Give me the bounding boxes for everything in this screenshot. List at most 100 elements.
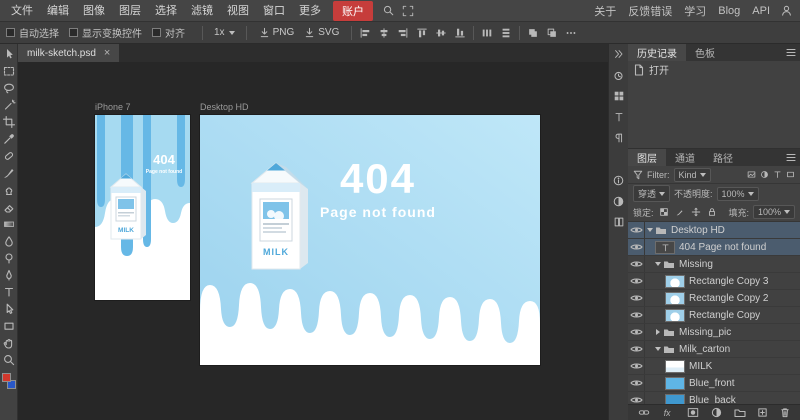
panel-menu-icon[interactable] xyxy=(786,44,800,61)
zoom-tool-button[interactable] xyxy=(0,351,17,368)
group-expand-toggle[interactable] xyxy=(653,329,663,335)
layer-name[interactable]: Rectangle Copy 3 xyxy=(689,276,769,287)
gradient-tool-button[interactable] xyxy=(0,215,17,232)
filter-adjustment-layers-icon[interactable] xyxy=(760,170,769,179)
artboard-label-iphone[interactable]: iPhone 7 xyxy=(95,102,131,112)
path-select-tool-button[interactable] xyxy=(0,300,17,317)
layer-row-rectangle-copy[interactable]: Rectangle Copy xyxy=(628,307,800,324)
brush-tool-button[interactable] xyxy=(0,164,17,181)
move-tool-button[interactable] xyxy=(0,45,17,62)
layer-name[interactable]: 404 Page not found xyxy=(679,242,766,253)
group-expand-toggle[interactable] xyxy=(645,228,655,232)
export-png-button[interactable]: PNG xyxy=(254,25,300,40)
blend-mode-select[interactable]: 穿透 xyxy=(633,185,670,202)
paragraph-panel-icon[interactable] xyxy=(612,131,626,145)
visibility-toggle[interactable] xyxy=(628,341,645,357)
tab-close-button[interactable]: × xyxy=(104,47,110,59)
layer-row-missing-group[interactable]: Missing xyxy=(628,256,800,273)
layer-name[interactable]: Rectangle Copy xyxy=(689,310,760,321)
layer-name[interactable]: Missing xyxy=(679,259,713,270)
layer-thumbnail[interactable] xyxy=(665,377,685,390)
auto-select-checkbox[interactable] xyxy=(6,28,15,37)
layer-row-404-text[interactable]: 404 Page not found xyxy=(628,239,800,256)
blur-tool-button[interactable] xyxy=(0,232,17,249)
layer-name[interactable]: Desktop HD xyxy=(671,225,725,236)
layer-name[interactable]: Rectangle Copy 2 xyxy=(689,293,769,304)
clone-stamp-tool-button[interactable] xyxy=(0,181,17,198)
menu-image[interactable]: 图像 xyxy=(76,0,112,22)
visibility-toggle[interactable] xyxy=(628,256,645,272)
group-expand-toggle[interactable] xyxy=(653,262,663,266)
filter-type-layers-icon[interactable] xyxy=(773,170,782,179)
snap-checkbox[interactable] xyxy=(152,28,161,37)
filter-pixel-layers-icon[interactable] xyxy=(747,170,756,179)
lock-position-icon[interactable] xyxy=(690,206,702,218)
layer-row-desktop-hd[interactable]: Desktop HD xyxy=(628,222,800,239)
more-options-icon[interactable] xyxy=(565,27,577,39)
delete-layer-icon[interactable] xyxy=(780,407,790,418)
menu-file[interactable]: 文件 xyxy=(4,0,40,22)
menu-edit[interactable]: 编辑 xyxy=(40,0,76,22)
menu-about[interactable]: 关于 xyxy=(588,3,622,19)
account-button[interactable]: 账户 xyxy=(333,1,373,21)
lock-pixels-icon[interactable] xyxy=(674,206,686,218)
new-layer-icon[interactable] xyxy=(757,407,768,418)
opacity-select[interactable]: 100% xyxy=(717,187,759,201)
distribute-horizontal-icon[interactable] xyxy=(481,27,493,39)
align-right-icon[interactable] xyxy=(397,27,409,39)
menu-more[interactable]: 更多 xyxy=(292,0,328,22)
new-group-icon[interactable] xyxy=(734,408,746,418)
text-layer-thumbnail[interactable] xyxy=(655,241,675,254)
union-shapes-icon[interactable] xyxy=(527,27,539,39)
distribute-vertical-icon[interactable] xyxy=(500,27,512,39)
layer-row-blue-back[interactable]: Blue_back xyxy=(628,392,800,404)
link-layers-icon[interactable] xyxy=(638,407,650,418)
menu-api[interactable]: API xyxy=(746,5,776,17)
transform-controls-checkbox[interactable] xyxy=(69,28,78,37)
libraries-panel-icon[interactable] xyxy=(612,215,626,229)
layer-row-rectangle-copy-3[interactable]: Rectangle Copy 3 xyxy=(628,273,800,290)
search-icon[interactable] xyxy=(378,1,398,21)
visibility-toggle[interactable] xyxy=(628,307,645,323)
collapse-panels-icon[interactable] xyxy=(612,47,626,61)
healing-brush-tool-button[interactable] xyxy=(0,147,17,164)
fill-select[interactable]: 100% xyxy=(753,205,795,219)
magic-wand-tool-button[interactable] xyxy=(0,96,17,113)
snap-option[interactable]: 对齐 xyxy=(152,25,185,40)
layer-row-milk-carton-group[interactable]: Milk_carton xyxy=(628,341,800,358)
adjustment-layer-icon[interactable] xyxy=(711,407,722,418)
menu-learn[interactable]: 学习 xyxy=(678,3,712,19)
lasso-tool-button[interactable] xyxy=(0,79,17,96)
layer-thumbnail[interactable] xyxy=(665,309,685,322)
menu-window[interactable]: 窗口 xyxy=(256,0,292,22)
lock-transparency-icon[interactable] xyxy=(658,206,670,218)
history-entry[interactable]: 打开 xyxy=(628,61,800,78)
filter-kind-select[interactable]: Kind xyxy=(674,168,711,182)
fullscreen-icon[interactable] xyxy=(398,1,418,21)
transform-controls-option[interactable]: 显示变换控件 xyxy=(69,25,142,40)
document-tab[interactable]: milk-sketch.psd × xyxy=(18,44,119,62)
subtract-shapes-icon[interactable] xyxy=(546,27,558,39)
hand-tool-button[interactable] xyxy=(0,334,17,351)
visibility-toggle[interactable] xyxy=(628,358,645,374)
layer-name[interactable]: Missing_pic xyxy=(679,327,731,338)
layer-thumbnail[interactable] xyxy=(665,360,685,373)
panel-menu-icon[interactable] xyxy=(786,149,800,166)
add-mask-icon[interactable] xyxy=(687,407,699,418)
lock-all-icon[interactable] xyxy=(706,206,718,218)
crop-tool-button[interactable] xyxy=(0,113,17,130)
layer-thumbnail[interactable] xyxy=(665,275,685,288)
layer-effects-icon[interactable]: fx xyxy=(662,407,676,418)
pen-tool-button[interactable] xyxy=(0,266,17,283)
foreground-color-swatch[interactable] xyxy=(2,373,11,382)
menu-report-bug[interactable]: 反馈错误 xyxy=(622,3,678,19)
layer-row-milk[interactable]: MILK xyxy=(628,358,800,375)
align-top-icon[interactable] xyxy=(416,27,428,39)
menu-filter[interactable]: 滤镜 xyxy=(184,0,220,22)
layer-row-blue-front[interactable]: Blue_front xyxy=(628,375,800,392)
auto-select-option[interactable]: 自动选择 xyxy=(6,25,59,40)
history-panel-icon[interactable] xyxy=(612,68,626,82)
visibility-toggle[interactable] xyxy=(628,324,645,340)
filter-shape-layers-icon[interactable] xyxy=(786,170,795,179)
zoom-level-select[interactable]: 1x xyxy=(210,25,239,40)
